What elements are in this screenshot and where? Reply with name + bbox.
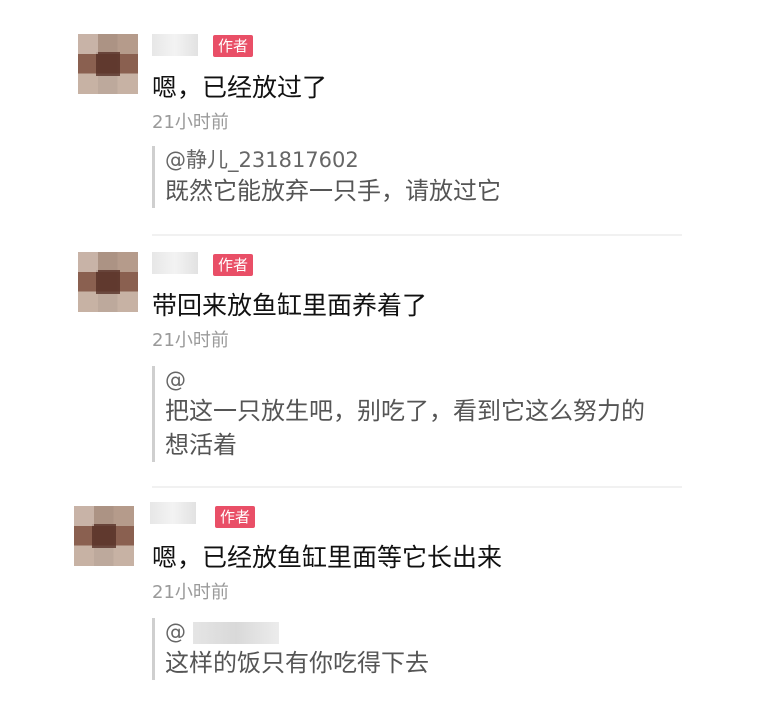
comment-time: 21小时前 [152,112,229,133]
quote-mention[interactable]: @ [165,618,685,646]
avatar[interactable] [78,252,138,312]
comment-text: 嗯，已经放鱼缸里面等它长出来 [152,543,503,572]
divider [152,486,682,488]
author-badge: 作者 [215,506,256,528]
quote-text: 把这一只放生吧，别吃了，看到它这么努力的想活着 [165,397,645,459]
quote-mention[interactable]: @静儿_231817602 [165,146,685,174]
username-blurred[interactable] [152,252,198,274]
quoted-comment[interactable]: @ 把这一只放生吧，别吃了，看到它这么努力的想活着 [152,366,665,462]
comment-time: 21小时前 [152,582,229,603]
comment-time: 21小时前 [152,330,229,351]
quote-text: 既然它能放弃一只手，请放过它 [165,177,501,205]
avatar[interactable] [74,506,134,566]
author-badge: 作者 [213,254,254,276]
avatar[interactable] [78,34,138,94]
quote-text: 这样的饭只有你吃得下去 [165,649,429,677]
comment-text: 带回来放鱼缸里面养着了 [152,291,428,320]
comment-text: 嗯，已经放过了 [152,73,328,102]
quoted-comment[interactable]: @ 这样的饭只有你吃得下去 [152,618,685,680]
quoted-comment[interactable]: @静儿_231817602 既然它能放弃一只手，请放过它 [152,146,685,208]
username-blurred[interactable] [150,502,196,524]
mention-username-blurred[interactable] [192,622,279,644]
quote-mention[interactable]: @ [165,366,665,394]
username-blurred[interactable] [152,34,198,56]
quote-mention-symbol[interactable]: @ [165,620,186,644]
author-badge: 作者 [213,35,254,57]
divider [152,234,682,236]
